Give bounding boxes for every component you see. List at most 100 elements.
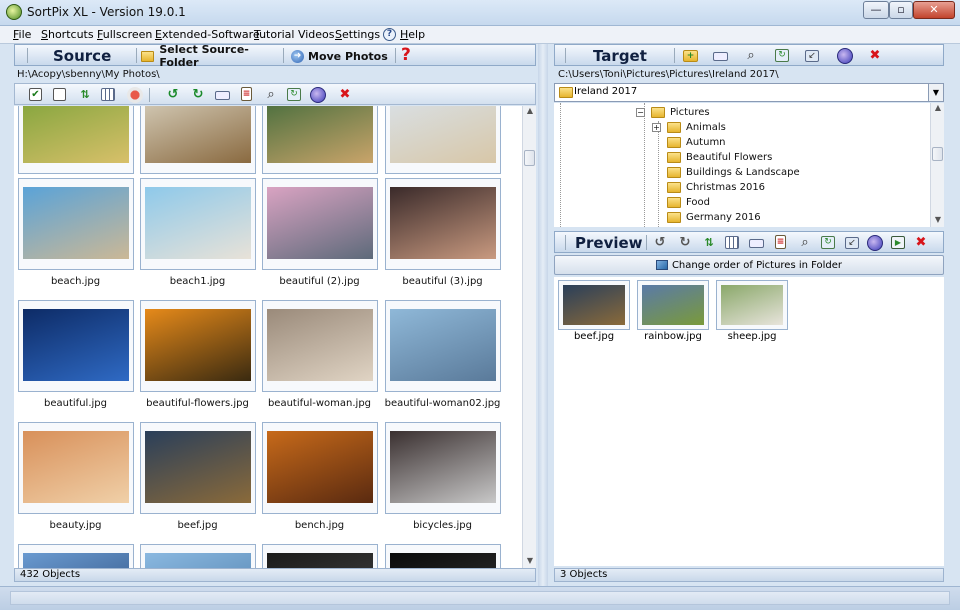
- preview-edit-icon[interactable]: [867, 235, 883, 251]
- tree-item[interactable]: Germany 2016: [652, 212, 761, 223]
- check-all-icon[interactable]: ✔: [29, 88, 42, 101]
- tree-item-label: Food: [686, 197, 710, 208]
- export-icon[interactable]: ↙: [805, 50, 819, 62]
- preview-search-icon[interactable]: ⌕: [797, 235, 813, 251]
- scroll-up-icon[interactable]: ▲: [523, 106, 537, 115]
- source-title: Source: [53, 47, 112, 65]
- tree-item[interactable]: Beautiful Flowers: [652, 152, 772, 163]
- preview-export-icon[interactable]: ↙: [845, 237, 859, 249]
- thumbnail-label: beef.jpg: [177, 520, 218, 531]
- title-bar: SortPix XL - Version 19.0.1 — ▫ ✕: [0, 0, 960, 26]
- properties-icon[interactable]: ≡: [241, 87, 252, 101]
- preview-thumbnail[interactable]: [716, 280, 788, 330]
- preview-delete-icon[interactable]: ✖: [913, 235, 929, 251]
- thumbnail[interactable]: [140, 422, 256, 514]
- refresh-icon[interactable]: ↻: [287, 88, 301, 101]
- panel-splitter[interactable]: [538, 44, 548, 586]
- thumbnail[interactable]: [262, 422, 378, 514]
- thumbnail[interactable]: [262, 106, 378, 174]
- preview-refresh-icon[interactable]: ↻: [821, 236, 835, 249]
- help-red-icon[interactable]: ?: [401, 45, 411, 65]
- source-scroll-thumb[interactable]: [524, 150, 535, 166]
- sort-icon[interactable]: ⇅: [77, 87, 93, 103]
- rename-folder-icon[interactable]: [713, 52, 728, 61]
- thumbnail[interactable]: [18, 422, 134, 514]
- target-refresh-icon[interactable]: ↻: [775, 49, 789, 62]
- menu-extended-software[interactable]: Extended-Software: [155, 28, 260, 41]
- menu-settings[interactable]: Settings: [335, 28, 380, 41]
- thumbnail[interactable]: [385, 300, 501, 392]
- tree-item[interactable]: + Animals: [652, 122, 726, 133]
- change-order-button[interactable]: Change order of Pictures in Folder: [554, 255, 944, 275]
- thumbnail[interactable]: [385, 178, 501, 270]
- slideshow-icon[interactable]: ▶: [891, 236, 905, 249]
- preview-sort-icon[interactable]: ⇅: [701, 235, 717, 251]
- minimize-button[interactable]: —: [863, 1, 889, 19]
- tree-expander-icon[interactable]: −: [636, 108, 645, 117]
- preview-thumbnail[interactable]: [558, 280, 630, 330]
- preview-grid-view-icon[interactable]: [725, 236, 739, 249]
- tree-item[interactable]: Food: [652, 197, 710, 208]
- tree-item[interactable]: Buildings & Landscape: [652, 167, 800, 178]
- menu-tutorial-videos[interactable]: Tutorial Videos: [254, 28, 335, 41]
- tree-item[interactable]: Christmas 2016: [652, 182, 765, 193]
- tree-scroll-up-icon[interactable]: ▲: [931, 103, 945, 112]
- thumbnail-label: beach1.jpg: [169, 276, 226, 287]
- rotate-right-icon[interactable]: ↻: [190, 87, 206, 103]
- search-icon[interactable]: ⌕: [263, 87, 279, 103]
- thumbnail[interactable]: [18, 106, 134, 174]
- thumbnail[interactable]: [385, 422, 501, 514]
- preview-rotate-right-icon[interactable]: ↻: [677, 235, 693, 251]
- tree-item[interactable]: − Pictures: [636, 107, 710, 118]
- thumbnail[interactable]: [18, 178, 134, 270]
- thumbnail[interactable]: [140, 178, 256, 270]
- menu-shortcuts[interactable]: Shortcuts: [41, 28, 94, 41]
- move-photos-button[interactable]: ➜ Move Photos: [291, 48, 401, 64]
- help-icon[interactable]: ?: [383, 28, 396, 41]
- target-search-icon[interactable]: ⌕: [743, 48, 759, 64]
- thumbnail[interactable]: [385, 106, 501, 174]
- thumbnail[interactable]: [385, 544, 501, 568]
- target-folder-combo[interactable]: Ireland 2017 ▼: [554, 83, 944, 102]
- delete-selection-icon[interactable]: [127, 87, 143, 103]
- target-edit-icon[interactable]: [837, 48, 853, 64]
- thumbnail[interactable]: [140, 106, 256, 174]
- uncheck-all-icon[interactable]: [53, 88, 66, 101]
- close-icon[interactable]: ✖: [337, 87, 353, 103]
- menu-fullscreen[interactable]: Fullscreen: [97, 28, 152, 41]
- thumbnail[interactable]: [262, 544, 378, 568]
- thumbnail[interactable]: [262, 300, 378, 392]
- thumbnail[interactable]: [262, 178, 378, 270]
- source-scrollbar[interactable]: ▲ ▼: [522, 106, 536, 568]
- thumbnail-label: beautiful (2).jpg: [279, 276, 360, 287]
- preview-thumbnail-area: beef.jpg rainbow.jpg sheep.jpg: [554, 277, 944, 566]
- rotate-left-icon[interactable]: ↺: [165, 87, 181, 103]
- tree-expander-icon[interactable]: +: [652, 123, 661, 132]
- close-window-button[interactable]: ✕: [913, 1, 955, 19]
- thumbnail[interactable]: [140, 300, 256, 392]
- rename-icon[interactable]: [215, 91, 230, 100]
- maximize-button[interactable]: ▫: [889, 1, 913, 19]
- grid-view-icon[interactable]: [101, 88, 115, 101]
- thumbnail[interactable]: [140, 544, 256, 568]
- combo-dropdown-icon[interactable]: ▼: [928, 84, 943, 101]
- scroll-down-icon[interactable]: ▼: [523, 556, 537, 565]
- preview-rotate-left-icon[interactable]: ↺: [652, 235, 668, 251]
- preview-rename-icon[interactable]: [749, 239, 764, 248]
- edit-icon[interactable]: [310, 87, 326, 103]
- thumbnail[interactable]: [18, 544, 134, 568]
- thumbnail[interactable]: [18, 300, 134, 392]
- select-source-folder-button[interactable]: Select Source-Folder: [141, 43, 281, 69]
- thumbnail-image: [390, 431, 496, 503]
- target-delete-icon[interactable]: ✖: [867, 48, 883, 64]
- tree-scrollbar[interactable]: ▲ ▼: [930, 103, 944, 227]
- tree-scroll-thumb[interactable]: [932, 147, 943, 161]
- preview-thumbnail[interactable]: [637, 280, 709, 330]
- menu-help[interactable]: Help: [400, 28, 425, 41]
- preview-properties-icon[interactable]: ≡: [775, 235, 786, 249]
- tree-scroll-down-icon[interactable]: ▼: [931, 215, 945, 224]
- window-title: SortPix XL - Version 19.0.1: [27, 5, 186, 19]
- new-folder-icon[interactable]: +: [683, 50, 698, 62]
- tree-item[interactable]: Autumn: [652, 137, 726, 148]
- menu-file[interactable]: File: [13, 28, 31, 41]
